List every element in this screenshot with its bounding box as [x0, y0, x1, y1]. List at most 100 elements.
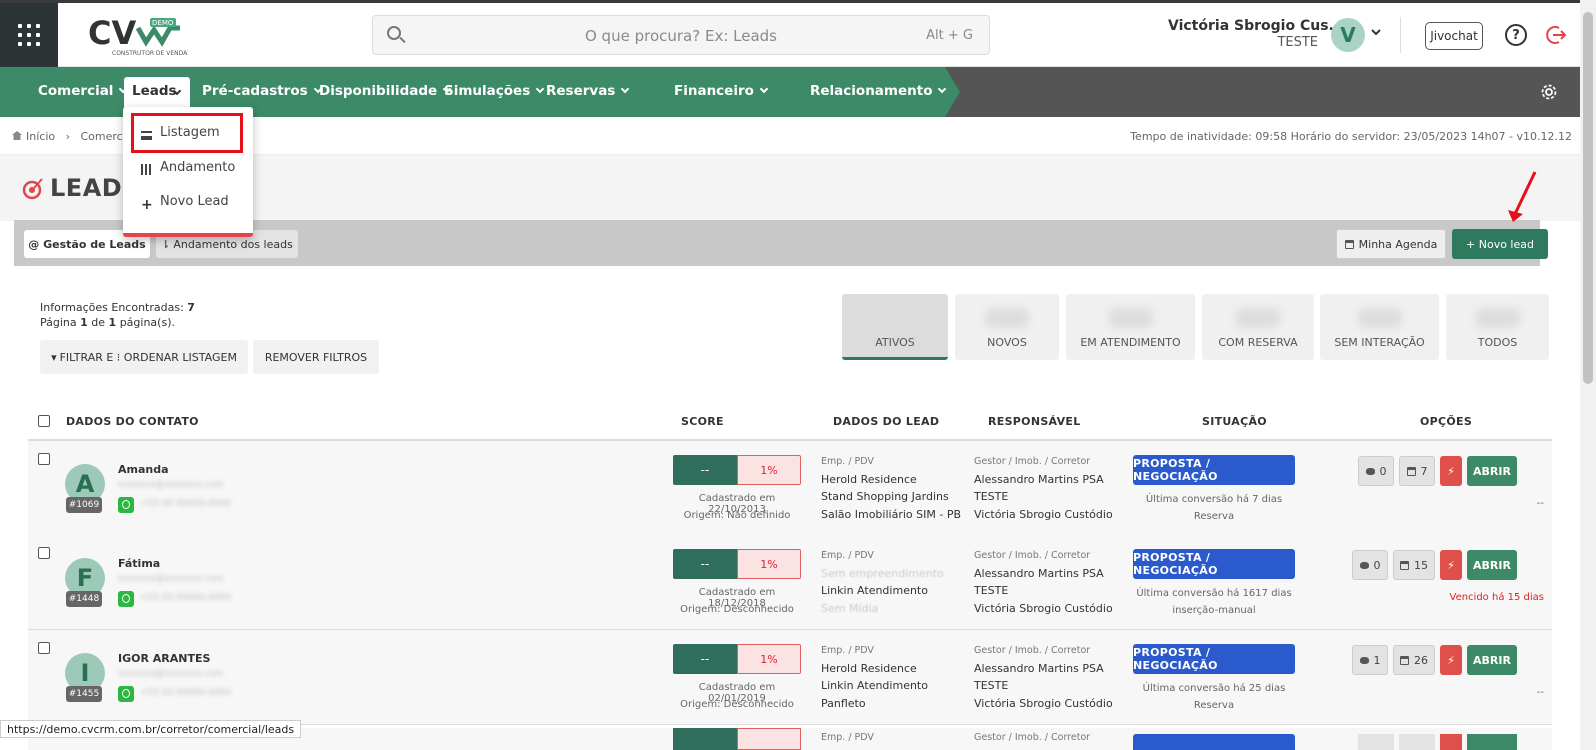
tasks-button[interactable] — [1399, 734, 1435, 750]
red-arrow-annotation — [1508, 171, 1537, 222]
jivochat-button[interactable]: Jivochat — [1425, 22, 1483, 50]
category-com-reserva[interactable]: COM RESERVA — [1202, 294, 1314, 360]
category-count-blurred — [873, 308, 917, 328]
filter-sort-button[interactable]: ▾ FILTRAR E ⁝ ORDENAR LISTAGEM — [40, 340, 248, 374]
tab-andamento-label: Andamento dos leads — [173, 237, 293, 251]
header-divider — [1400, 17, 1401, 53]
whatsapp-icon[interactable] — [118, 686, 134, 702]
user-name[interactable]: Victória Sbrogio Cus... — [1168, 18, 1345, 34]
calendar-icon — [1400, 560, 1409, 570]
tasks-button[interactable]: 26 — [1393, 645, 1435, 675]
tasks-button[interactable]: 7 — [1399, 456, 1435, 486]
column-header: RESPONSÁVEL — [988, 415, 1081, 428]
column-header: SITUAÇÃO — [1202, 415, 1267, 428]
breadcrumb-home[interactable]: Início — [26, 130, 55, 143]
nav-item-simulacoes[interactable]: Simulações — [444, 83, 545, 99]
messages-button[interactable]: 0 — [1352, 550, 1388, 580]
responsavel: Gestor / Imob. / Corretor Alessandro Mar… — [974, 550, 1113, 615]
chat-icon — [1359, 656, 1369, 664]
category-label: NOVOS — [987, 336, 1027, 349]
novo-lead-button[interactable]: + Novo lead — [1452, 229, 1548, 259]
server-info: Tempo de inatividade: 09:58 Horário do s… — [1130, 130, 1572, 143]
whatsapp-icon[interactable] — [118, 591, 134, 607]
abrir-button[interactable]: ABRIR — [1467, 645, 1517, 675]
nav-item-comercial[interactable]: Comercial — [38, 83, 128, 99]
situacao-badge[interactable]: PROPOSTA / NEGOCIAÇÃO — [1133, 455, 1295, 485]
situacao-badge[interactable] — [1133, 734, 1295, 750]
menu-item-andamento[interactable]: Andamento — [123, 154, 253, 184]
nav-item-pre-cadastros[interactable]: Pré-cadastros — [202, 83, 322, 99]
user-avatar[interactable]: V — [1331, 18, 1365, 52]
chevron-down-icon — [759, 84, 769, 94]
lead-id-badge: #1455 — [66, 686, 102, 702]
calendar-icon — [1400, 655, 1409, 665]
nav-item-relacionamento[interactable]: Relacionamento — [810, 83, 947, 99]
score-level: -- — [673, 549, 737, 579]
quick-action-button[interactable]: ⚡ — [1440, 456, 1462, 486]
contact-name[interactable]: Fátima — [118, 557, 160, 570]
abrir-button[interactable]: ABRIR — [1467, 550, 1517, 580]
category-sem-interacao[interactable]: SEM INTERAÇÃO — [1320, 294, 1439, 360]
whatsapp-icon[interactable] — [118, 497, 134, 513]
chevron-down-icon[interactable] — [1371, 27, 1381, 37]
apps-grid-button[interactable] — [0, 3, 58, 67]
situacao-detail: inserção-manual — [1172, 605, 1256, 616]
table-row[interactable]: A #1069 Amanda xxxxxxx@xxxxxxx.com +55 0… — [28, 441, 1552, 536]
abrir-button[interactable]: ABRIR — [1467, 456, 1517, 486]
scrollbar-thumb[interactable] — [1583, 12, 1593, 384]
origem: Origem: Não definido — [683, 510, 791, 521]
abrir-button[interactable] — [1467, 734, 1517, 750]
user-role: TESTE — [1277, 35, 1318, 50]
nav-item-leads[interactable]: Leads — [124, 77, 190, 109]
breadcrumb: Início › Comercia — [12, 130, 133, 143]
nav-item-financeiro[interactable]: Financeiro — [674, 83, 769, 99]
remove-filters-button[interactable]: REMOVER FILTROS — [253, 340, 379, 374]
table-row[interactable]: F #1448 Fátima xxxxxxx@xxxxxxx.com +55 0… — [28, 535, 1552, 630]
nav-item-disponibilidade[interactable]: Disponibilidade — [319, 83, 452, 99]
messages-button[interactable]: 1 — [1352, 645, 1388, 675]
gear-icon[interactable] — [1540, 83, 1558, 101]
status-bar-url: https://demo.cvcrm.com.br/corretor/comer… — [0, 720, 302, 738]
contact-name[interactable]: Amanda — [118, 463, 169, 476]
contact-phone-blurred: +55 00 00000-0000 — [140, 499, 231, 509]
category-em-atendimento[interactable]: EM ATENDIMENTO — [1066, 294, 1195, 360]
results-count: Informações Encontradas: 7 — [40, 301, 195, 314]
quick-action-button[interactable]: ⚡ — [1440, 645, 1462, 675]
columns-icon — [141, 164, 152, 175]
messages-button[interactable] — [1358, 734, 1394, 750]
menu-item-listagem[interactable]: Listagem — [123, 119, 253, 149]
category-novos[interactable]: NOVOS — [955, 294, 1059, 360]
category-ativos[interactable]: ATIVOS — [842, 294, 948, 360]
svg-text:DEMO: DEMO — [152, 19, 174, 27]
filter-sort-label: FILTRAR E ⁝ ORDENAR LISTAGEM — [59, 350, 237, 364]
contact-email-blurred: xxxxxxx@xxxxxxx.com — [118, 669, 224, 679]
cv-logo[interactable]: CV DEMO CONSTRUTOR DE VENDAS — [88, 14, 188, 58]
search-input[interactable]: O que procura? Ex: Leads Alt + G — [372, 15, 990, 55]
menu-item-label: Andamento — [160, 160, 236, 175]
tasks-button[interactable]: 15 — [1393, 550, 1435, 580]
help-icon[interactable]: ? — [1505, 24, 1527, 46]
quick-action-button[interactable] — [1440, 734, 1462, 750]
lead-data: Emp. / PDV Herold Residence Stand Shoppi… — [821, 456, 961, 521]
menu-item-novo-lead[interactable]: + Novo Lead — [123, 188, 253, 218]
row-checkbox[interactable] — [38, 453, 50, 465]
nav-item-reservas[interactable]: Reservas — [546, 83, 630, 99]
logout-icon[interactable] — [1545, 24, 1567, 46]
messages-button[interactable]: 0 — [1358, 456, 1394, 486]
situacao-badge[interactable]: PROPOSTA / NEGOCIAÇÃO — [1133, 549, 1295, 579]
minha-agenda-button[interactable]: Minha Agenda — [1336, 229, 1446, 259]
quick-action-button[interactable]: ⚡ — [1440, 550, 1462, 580]
chevron-down-icon — [535, 84, 545, 94]
row-checkbox[interactable] — [38, 547, 50, 559]
table-row[interactable]: I #1455 IGOR ARANTES xxxxxxx@xxxxxxx.com… — [28, 630, 1552, 725]
category-label: EM ATENDIMENTO — [1080, 336, 1181, 349]
last-conversion: Última conversão há 1617 dias — [1136, 588, 1292, 599]
category-todos[interactable]: TODOS — [1446, 294, 1549, 360]
category-label: TODOS — [1477, 336, 1518, 349]
situacao-badge[interactable]: PROPOSTA / NEGOCIAÇÃO — [1133, 644, 1295, 674]
select-all-checkbox[interactable] — [38, 415, 50, 427]
contact-name[interactable]: IGOR ARANTES — [118, 652, 210, 665]
row-checkbox[interactable] — [38, 642, 50, 654]
score-level — [673, 728, 737, 750]
lead-data: Emp. / PDV Sem empreendimento Linkin Ate… — [821, 550, 944, 615]
